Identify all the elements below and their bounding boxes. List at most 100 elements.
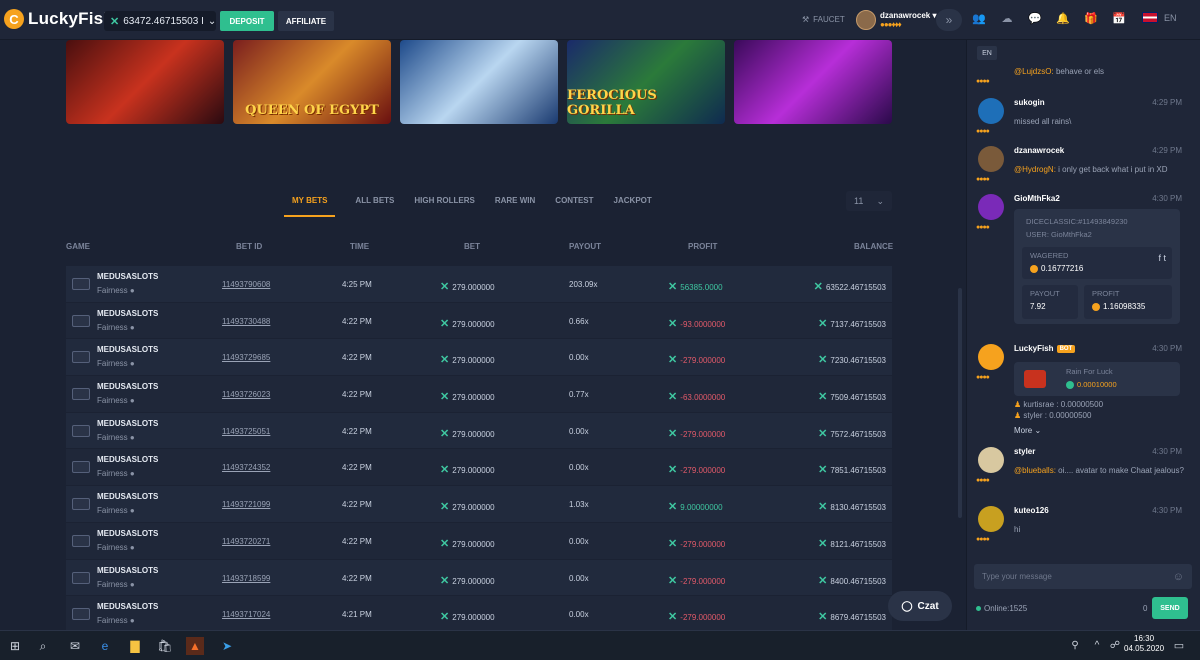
network-icon[interactable]: ☍ [1106, 637, 1124, 655]
bet-id-link[interactable]: 11493721099 [222, 500, 270, 509]
notifications-icon[interactable]: ▭ [1170, 637, 1188, 655]
system-clock[interactable]: 16:30 04.05.2020 [1124, 634, 1164, 655]
fairness-link[interactable]: Fairness ● [97, 543, 135, 552]
dice-bet-card[interactable]: DICECLASSIC:#11493849230 USER: GioMthFka… [1014, 209, 1180, 324]
language-selector[interactable]: EN [1142, 12, 1177, 23]
search-icon[interactable]: ⌕ [34, 637, 52, 655]
dice-bet-title: DICECLASSIC:#11493849230 [1026, 217, 1128, 226]
message-author[interactable]: styler [1014, 447, 1035, 456]
fairness-link[interactable]: Fairness ● [97, 323, 135, 332]
telegram-icon[interactable]: ➤ [218, 637, 236, 655]
czat-button[interactable]: ◯ Czat [888, 591, 952, 621]
balance-amount: ✕ 7851.46715503 [818, 464, 886, 477]
message-author[interactable]: sukogin [1014, 98, 1045, 107]
bet-id-link[interactable]: 11493717024 [222, 610, 270, 619]
fairness-link[interactable]: Fairness ● [97, 433, 135, 442]
balance-selector[interactable]: ✕ 63472.46715503 I ⌄ [104, 11, 216, 31]
windows-start-icon[interactable]: ⊞ [6, 637, 24, 655]
slot-game-icon [72, 278, 90, 290]
bell-icon[interactable]: 🔔 [1056, 12, 1070, 26]
avatar[interactable] [978, 447, 1004, 473]
currency-icon: ✕ [818, 611, 831, 624]
message-author[interactable]: GioMthFka2 [1014, 194, 1060, 203]
tab-my-bets[interactable]: MY BETS [284, 196, 336, 217]
tab-rare-win[interactable]: RARE WIN [495, 196, 535, 217]
chat-icon[interactable]: 💬 [1028, 12, 1042, 26]
collapse-chat-button[interactable]: » [936, 9, 962, 31]
rain-card[interactable]: Rain For Luck 0.00010000 [1014, 362, 1180, 396]
message-author[interactable]: kuteo126 [1014, 506, 1049, 515]
info-icon: ● [127, 432, 135, 442]
cloud-icon[interactable]: ☁ [1000, 12, 1014, 26]
avatar[interactable] [978, 146, 1004, 172]
fairness-link[interactable]: Fairness ● [97, 359, 135, 368]
calendar-icon[interactable]: 📅 [1112, 12, 1126, 26]
avatar[interactable] [978, 98, 1004, 124]
deposit-button[interactable]: DEPOSIT [220, 11, 274, 31]
game-tile[interactable] [734, 40, 892, 124]
profit-amount: ✕ 9.00000000 [668, 501, 723, 514]
fairness-link[interactable]: Fairness ● [97, 469, 135, 478]
game-tile[interactable]: FEROCIOUS GORILLA [567, 40, 725, 124]
game-tile[interactable] [400, 40, 558, 124]
emoji-icon[interactable]: ☺ [1173, 571, 1184, 583]
message-time: 4:29 PM [1152, 146, 1182, 155]
users-icon[interactable]: 👥 [972, 12, 986, 26]
game-tile[interactable]: QUEEN OF EGYPT [233, 40, 391, 124]
tab-all-bets[interactable]: ALL BETS [355, 196, 394, 217]
czat-label: Czat [917, 600, 939, 612]
message-author[interactable]: LuckyFish BOT [1014, 344, 1076, 353]
fairness-link[interactable]: Fairness ● [97, 580, 135, 589]
bet-id-link[interactable]: 11493726023 [222, 390, 270, 399]
avatar[interactable] [978, 506, 1004, 532]
more-button[interactable]: More ⌄ [1014, 425, 1103, 436]
bet-id-link[interactable]: 11493718599 [222, 574, 270, 583]
tab-high-rollers[interactable]: HIGH ROLLERS [414, 196, 474, 217]
fairness-link[interactable]: Fairness ● [97, 616, 135, 625]
chat-message-input[interactable]: Type your message ☺ [974, 564, 1192, 589]
windows-taskbar: ⊞ ⌕ ✉ e ▇ 🛍 ▲ ➤ ⚲ ^ ☍ 16:30 04.05.2020 ▭ [0, 630, 1200, 660]
scrollbar[interactable] [958, 288, 962, 518]
store-icon[interactable]: 🛍 [156, 637, 174, 655]
logo[interactable]: C LuckyFish [4, 9, 114, 29]
send-button[interactable]: SEND [1152, 597, 1188, 619]
chat-language-button[interactable]: EN [977, 46, 997, 60]
brave-icon[interactable]: ▲ [186, 637, 204, 655]
affiliate-button[interactable]: AFFILIATE [278, 11, 334, 31]
tab-jackpot[interactable]: JACKPOT [614, 196, 652, 217]
game-name: MEDUSASLOTS [97, 308, 159, 318]
chat-message: ●●●● dzanawrocek 4:29 PM @HydrogN: i onl… [974, 146, 1194, 190]
user-menu[interactable]: dzanawrocek ▾ ●●●♦♦♦ [856, 10, 937, 30]
table-row: MEDUSASLOTS Fairness ● 11493726023 4:22 PM ✕… [66, 376, 892, 413]
bet-id-link[interactable]: 11493790608 [222, 280, 270, 289]
gift-icon[interactable]: 🎁 [1084, 12, 1098, 26]
tab-contest[interactable]: CONTEST [555, 196, 593, 217]
avatar[interactable] [978, 344, 1004, 370]
game-name: MEDUSASLOTS [97, 272, 159, 281]
fairness-link[interactable]: Fairness ● [97, 286, 135, 295]
bet-id-link[interactable]: 11493725051 [222, 427, 270, 436]
share-icon[interactable]: f t [1158, 253, 1166, 263]
currency-icon: ✕ [440, 464, 453, 477]
bet-id-link[interactable]: 11493720271 [222, 537, 270, 546]
message-author[interactable]: dzanawrocek [1014, 146, 1064, 155]
rows-count-select[interactable]: 11 ⌄ [846, 191, 892, 211]
table-row: MEDUSASLOTS Fairness ● 11493790608 4:25 PM ✕… [66, 266, 892, 303]
bet-id-link[interactable]: 11493729685 [222, 353, 270, 362]
fairness-link[interactable]: Fairness ● [97, 396, 135, 405]
currency-icon: ✕ [668, 574, 681, 587]
chat-message: ●●●● kuteo126 4:30 PM hi [974, 506, 1194, 546]
balance-amount: ✕ 63522.46715503 [813, 281, 886, 293]
mail-icon[interactable]: ✉ [66, 637, 84, 655]
edge-icon[interactable]: e [96, 637, 114, 655]
bet-id-link[interactable]: 11493724352 [222, 463, 270, 472]
faucet-button[interactable]: ⚒ FAUCET [802, 15, 845, 24]
fairness-link[interactable]: Fairness ● [97, 506, 135, 515]
chevron-up-icon[interactable]: ^ [1088, 637, 1106, 655]
chat-bubble-icon: ◯ [901, 600, 913, 612]
bet-id-link[interactable]: 11493730488 [222, 317, 270, 326]
avatar[interactable] [978, 194, 1004, 220]
folder-icon[interactable]: ▇ [126, 637, 144, 655]
game-tile[interactable] [66, 40, 224, 124]
people-icon[interactable]: ⚲ [1066, 637, 1084, 655]
